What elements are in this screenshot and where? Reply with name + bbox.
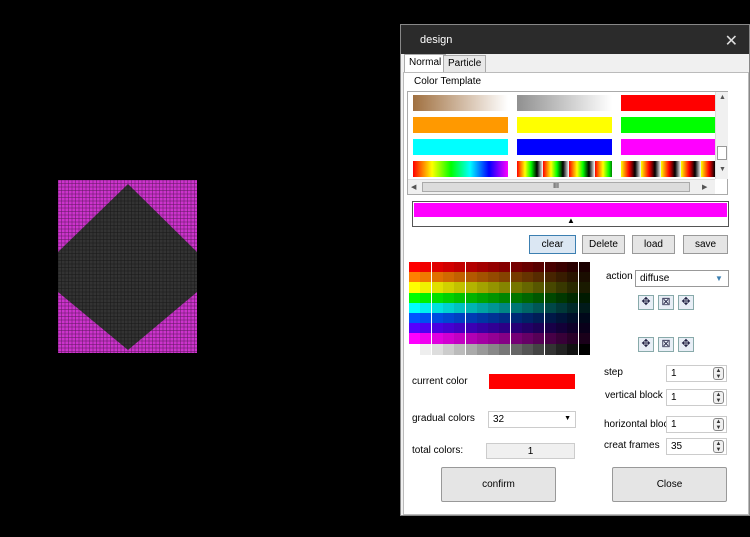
step-spinner[interactable]: 1 ▲ ▼ [666,365,727,382]
step-value: 1 [671,368,677,379]
close-icon[interactable]: ✕ [725,31,738,51]
current-color-label: current color [412,376,468,387]
spinner-arrows-icon[interactable]: ▲ ▼ [713,440,724,453]
design-dialog: design ✕ Normal Particle Color Template … [400,24,750,516]
template-swatch[interactable] [621,139,716,155]
vertical-block-value: 1 [671,392,677,403]
creat-frames-spinner[interactable]: 35 ▲ ▼ [666,438,727,455]
template-swatch[interactable] [517,117,612,133]
palette-color-cell[interactable] [510,343,522,355]
color-template-list: ▲ ▼ ◀ III ▶ [407,91,728,195]
load-button[interactable]: load [632,235,675,254]
save-button[interactable]: save [683,235,728,254]
palette-color-cell[interactable] [442,343,454,355]
color-template-label: Color Template [414,76,482,87]
tab-particle[interactable]: Particle [443,55,487,72]
window-title: design [420,34,453,46]
palette-color-cell[interactable] [578,343,590,355]
delete-button[interactable]: Delete [582,235,625,254]
move-icon[interactable]: ✥ [638,295,654,310]
palette-color-cell[interactable] [431,343,443,355]
spinner-arrows-icon[interactable]: ▲ ▼ [713,418,724,431]
template-swatch[interactable] [413,161,508,177]
vertical-scroll-thumb[interactable] [717,146,727,160]
title-bar: design ✕ [401,25,749,54]
palette-color-cell[interactable] [522,343,533,355]
gradient-stop-marker-icon[interactable]: ▲ [567,216,575,225]
palette-color-cell[interactable] [567,343,579,355]
scroll-right-icon[interactable]: ▶ [702,183,707,191]
gradual-colors-label: gradual colors [412,413,475,424]
template-swatch[interactable] [517,139,612,155]
template-swatch[interactable] [517,95,612,111]
total-colors-label: total colors: [412,445,464,456]
palette-color-cell[interactable] [533,343,545,355]
horizontal-block-spinner[interactable]: 1 ▲ ▼ [666,416,727,433]
normal-tab-panel: Color Template ▲ ▼ ◀ III ▶ ▲ clear Delet… [403,72,749,515]
scroll-down-icon[interactable]: ▼ [719,166,726,173]
template-swatch[interactable] [413,95,508,111]
palette-color-cell[interactable] [454,343,466,355]
palette-color-cell[interactable] [488,343,500,355]
scroll-up-icon[interactable]: ▲ [719,94,726,101]
gradual-colors-select[interactable]: 32 ▼ [488,411,576,428]
clear-button[interactable]: clear [529,235,576,254]
gradient-preview [414,203,727,217]
gradient-editor-bar[interactable]: ▲ [412,201,729,227]
scroll-left-icon[interactable]: ◀ [411,183,416,191]
horizontal-block-label: horizontal bloc [604,419,669,430]
shrink-icon[interactable]: ⊠ [658,295,674,310]
horizontal-scroll-thumb[interactable]: III [422,182,690,192]
template-vertical-scrollbar[interactable]: ▲ ▼ [715,92,728,179]
gradual-colors-value: 32 [493,414,505,425]
color-palette-grid[interactable] [409,262,590,355]
palette-color-cell[interactable] [555,343,567,355]
palette-color-cell[interactable] [476,343,488,355]
close-button[interactable]: Close [612,467,727,502]
template-swatch[interactable] [517,161,612,177]
template-swatch[interactable] [413,117,508,133]
palette-color-cell[interactable] [409,343,420,355]
template-swatch[interactable] [413,139,508,155]
action-select[interactable]: diffuse ▼ [635,270,729,287]
move-icon[interactable]: ✥ [638,337,654,352]
led-preview-canvas [58,180,197,353]
chevron-down-icon[interactable]: ▼ [712,272,726,285]
confirm-button[interactable]: confirm [441,467,556,502]
move-icon[interactable]: ✥ [678,337,694,352]
chevron-down-icon[interactable]: ▼ [564,415,571,422]
template-swatch[interactable] [621,117,716,133]
vertical-block-label: vertical block [605,390,663,401]
palette-color-cell[interactable] [544,343,556,355]
current-color-swatch[interactable] [489,374,575,389]
vertical-block-spinner[interactable]: 1 ▲ ▼ [666,389,727,406]
spinner-arrows-icon[interactable]: ▲ ▼ [713,391,724,404]
total-colors-field: 1 [486,443,575,459]
horizontal-block-value: 1 [671,419,677,430]
template-swatch[interactable] [621,161,716,177]
palette-color-cell[interactable] [465,343,477,355]
shrink-icon[interactable]: ⊠ [658,337,674,352]
spinner-arrows-icon[interactable]: ▲ ▼ [713,367,724,380]
palette-color-cell[interactable] [420,343,432,355]
palette-color-cell[interactable] [499,343,511,355]
template-horizontal-scrollbar[interactable]: ◀ III ▶ [408,179,715,194]
tab-normal[interactable]: Normal [404,54,447,72]
creat-frames-label: creat frames [604,440,660,451]
step-label: step [604,367,623,378]
action-value: diffuse [640,273,670,284]
template-swatch[interactable] [621,95,716,111]
action-label: action [606,271,633,282]
creat-frames-value: 35 [671,441,683,452]
move-icon[interactable]: ✥ [678,295,694,310]
